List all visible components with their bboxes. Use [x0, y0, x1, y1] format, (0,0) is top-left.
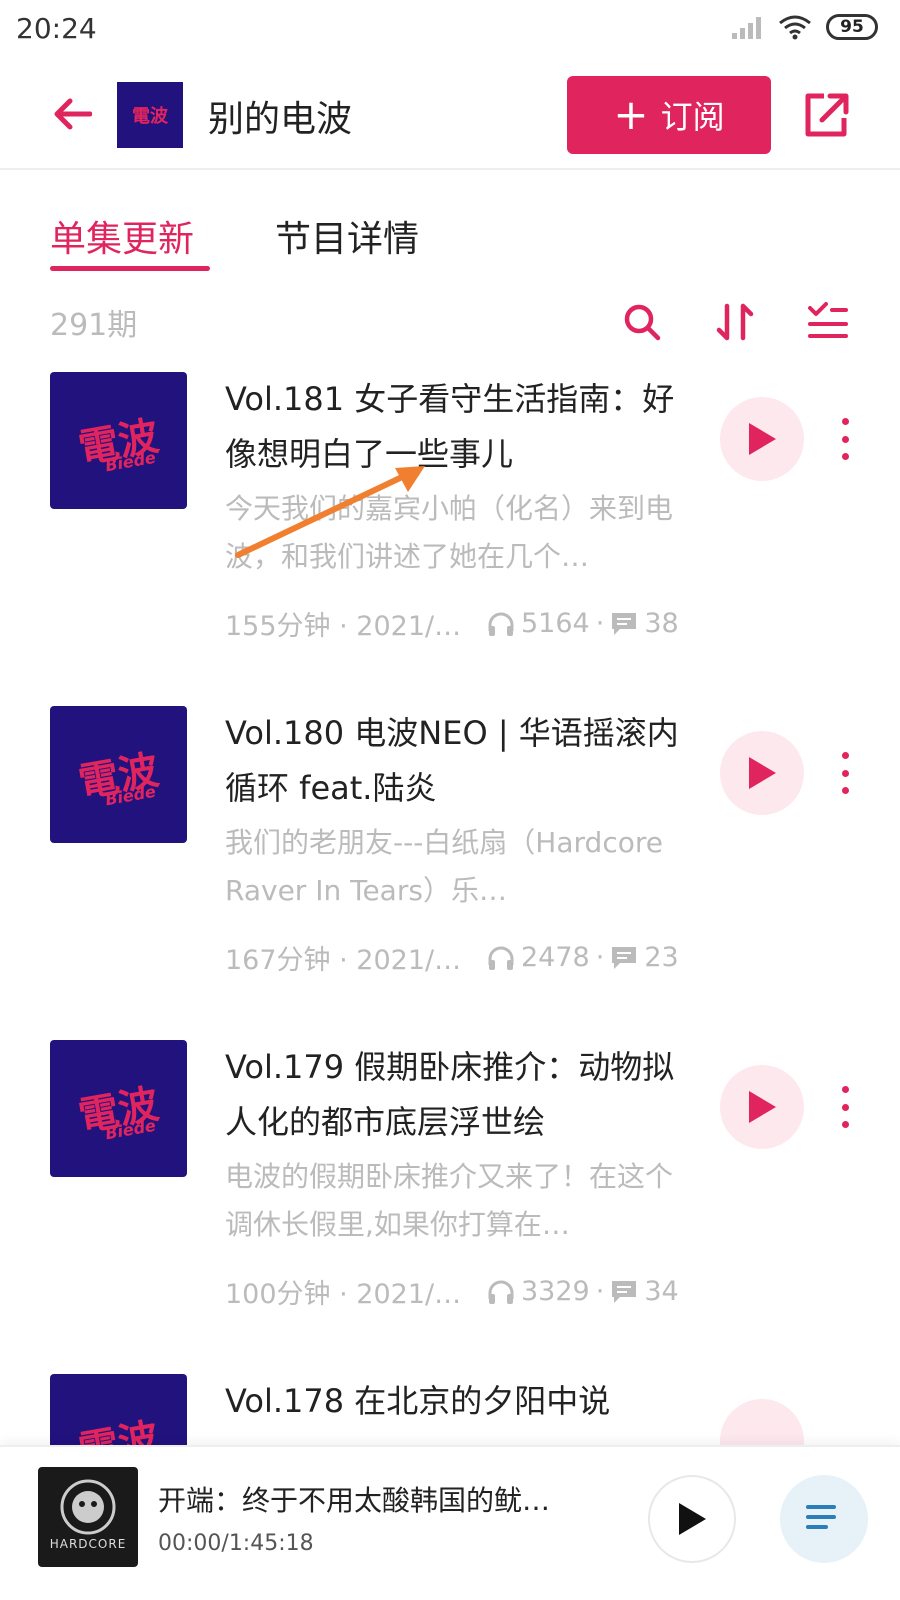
play-button[interactable]	[720, 1065, 804, 1149]
filter-list-icon[interactable]	[806, 300, 850, 344]
headphones-icon	[488, 1280, 514, 1304]
header-bar: 電波 别的电波 + 订阅	[0, 62, 900, 170]
mini-player[interactable]: HARDCORE 开端：终于不用太酸韩国的鱿… 00:00/1:45:18	[0, 1445, 900, 1600]
play-icon	[679, 1503, 706, 1535]
comment-icon	[612, 1280, 637, 1303]
episode-cover: 電波 Biede	[50, 706, 187, 843]
episode-meta: 155分钟 · 2021/… 5164 · 38	[225, 604, 695, 643]
episode-title: Vol.178 在北京的夕阳中说	[225, 1382, 611, 1420]
headphones-icon	[488, 612, 514, 636]
comment-icon	[612, 612, 637, 635]
page-title: 别的电波	[208, 99, 353, 140]
episode-title: Vol.181 女子看守生活指南：好像想明白了一些事儿	[225, 380, 675, 473]
comment-count: 23	[644, 942, 679, 973]
episode-title: Vol.180 电波NEO | 华语摇滚内循环 feat.陆炎	[225, 714, 679, 807]
more-options-button[interactable]	[830, 748, 860, 798]
status-icons: 95	[730, 14, 878, 40]
episode-duration: 167分钟 · 2021/…	[225, 945, 462, 976]
subscribe-label: 订阅	[660, 98, 725, 136]
player-cover: HARDCORE	[38, 1467, 138, 1567]
comment-count: 34	[644, 1276, 679, 1307]
active-tab-indicator	[50, 266, 210, 271]
play-icon	[749, 423, 776, 455]
play-icon	[749, 1091, 776, 1123]
status-time: 20:24	[16, 12, 97, 45]
podcast-logo: 電波	[117, 82, 183, 148]
tab-episodes[interactable]: 单集更新	[50, 210, 194, 262]
episode-cover: 電波 Biede	[50, 1040, 187, 1177]
play-count: 5164	[521, 608, 590, 639]
wifi-icon	[779, 15, 811, 40]
playlist-button[interactable]	[780, 1475, 868, 1563]
play-icon	[749, 757, 776, 789]
hardcore-logo-icon	[60, 1479, 116, 1535]
episode-count: 291期	[50, 308, 138, 343]
comment-count: 38	[644, 608, 679, 639]
more-vertical-icon	[841, 1086, 849, 1093]
episode-duration: 100分钟 · 2021/…	[225, 1279, 462, 1310]
subscribe-button[interactable]: + 订阅	[567, 76, 771, 154]
more-vertical-icon	[841, 752, 849, 759]
episode-item[interactable]: 電波 Vol.178 在北京的夕阳中说	[0, 1374, 900, 1445]
share-icon	[805, 93, 849, 137]
share-button[interactable]	[796, 86, 856, 146]
episode-description: 我们的老朋友---白纸扇（Hardcore Raver In Tears）乐…	[225, 826, 663, 907]
sort-icon[interactable]	[713, 300, 757, 344]
back-button[interactable]	[42, 84, 102, 144]
player-play-button[interactable]	[648, 1475, 736, 1563]
plus-icon: +	[613, 90, 649, 139]
status-bar: 20:24 95	[0, 0, 900, 62]
comment-icon	[612, 946, 637, 969]
episode-cover: 電波 Biede	[50, 372, 187, 509]
play-count: 2478	[521, 942, 590, 973]
tab-bar: 单集更新 节目详情	[0, 170, 900, 275]
episode-title: Vol.179 假期卧床推介：动物拟人化的都市底层浮世绘	[225, 1048, 675, 1141]
more-vertical-icon	[841, 418, 849, 425]
episode-toolbar: 291期	[0, 292, 900, 352]
search-icon[interactable]	[620, 300, 664, 344]
play-button[interactable]	[720, 1399, 804, 1445]
episode-duration: 155分钟 · 2021/…	[225, 611, 462, 642]
episode-meta: 100分钟 · 2021/… 3329 · 34	[225, 1272, 695, 1311]
headphones-icon	[488, 946, 514, 970]
episode-description: 电波的假期卧床推介又来了！在这个调休长假里,如果你打算在…	[225, 1160, 674, 1241]
play-button[interactable]	[720, 731, 804, 815]
more-options-button[interactable]	[830, 1082, 860, 1132]
play-count: 3329	[521, 1276, 590, 1307]
more-options-button[interactable]	[830, 414, 860, 464]
back-arrow-icon	[54, 98, 92, 130]
episode-meta: 167分钟 · 2021/… 2478 · 23	[225, 938, 695, 977]
episode-item[interactable]: 電波 Biede Vol.180 电波NEO | 华语摇滚内循环 feat.陆炎…	[0, 706, 900, 1046]
playlist-icon	[806, 1505, 836, 1529]
signal-icon	[732, 17, 761, 39]
episode-description: 今天我们的嘉宾小帕（化名）来到电波，和我们讲述了她在几个…	[225, 492, 674, 573]
episode-cover: 電波	[50, 1374, 187, 1445]
now-playing-time: 00:00/1:45:18	[158, 1531, 314, 1556]
battery-indicator: 95	[826, 14, 878, 40]
episode-item[interactable]: 電波 Biede Vol.181 女子看守生活指南：好像想明白了一些事儿 今天我…	[0, 372, 900, 712]
tab-details[interactable]: 节目详情	[275, 210, 419, 262]
now-playing-title: 开端：终于不用太酸韩国的鱿…	[158, 1484, 551, 1517]
episode-item[interactable]: 電波 Biede Vol.179 假期卧床推介：动物拟人化的都市底层浮世绘 电波…	[0, 1040, 900, 1380]
play-button[interactable]	[720, 397, 804, 481]
